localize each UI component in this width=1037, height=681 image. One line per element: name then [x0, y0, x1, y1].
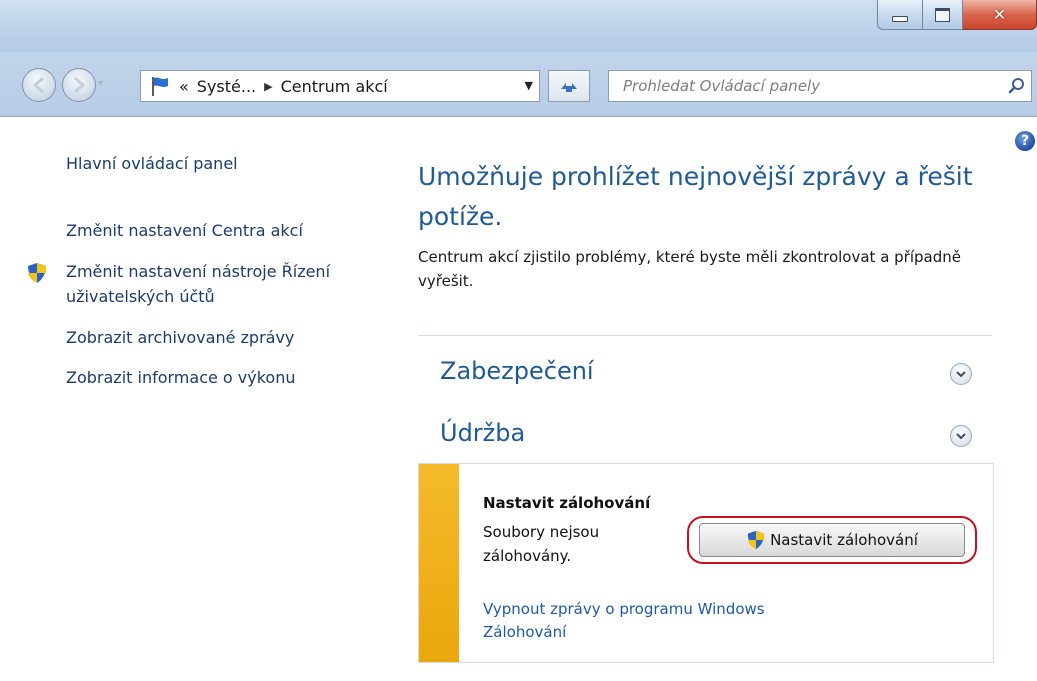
action-center-flag-icon: [149, 75, 171, 97]
uac-shield-icon: [746, 530, 766, 550]
sidebar-item-control-panel-home[interactable]: Hlavní ovládací panel: [66, 151, 238, 176]
address-prefix: «: [179, 76, 189, 96]
recent-pages-dropdown[interactable]: ▾: [98, 78, 108, 89]
address-bar[interactable]: « Systé... ▶ Centrum akcí ▼: [140, 70, 540, 102]
back-button[interactable]: [22, 68, 56, 102]
help-icon[interactable]: ?: [1015, 131, 1035, 151]
chevron-down-icon[interactable]: [950, 363, 972, 385]
section-maintenance-header[interactable]: Údržba: [440, 419, 525, 447]
search-box[interactable]: [608, 70, 1032, 102]
sidebar-item-change-uac-settings[interactable]: Změnit nastavení nástroje Řízení uživate…: [66, 259, 346, 309]
content-area: ? Hlavní ovládací panel Změnit nastavení…: [0, 117, 1037, 681]
sidebar-item-view-performance-info[interactable]: Zobrazit informace o výkonu: [66, 365, 296, 390]
minimize-button[interactable]: [877, 0, 923, 30]
highlight-ring: Nastavit zálohování: [687, 516, 977, 564]
chevron-down-icon[interactable]: [950, 425, 972, 447]
page-title: Umožňuje prohlížet nejnovější zprávy a ř…: [418, 162, 973, 231]
back-arrow-icon: [33, 77, 44, 93]
title-bar: ✕: [0, 0, 1037, 52]
address-dropdown-icon[interactable]: ▼: [525, 79, 533, 92]
breadcrumb-separator-icon[interactable]: ▶: [264, 80, 272, 93]
setup-backup-button[interactable]: Nastavit zálohování: [699, 523, 965, 557]
breadcrumb-action-center[interactable]: Centrum akcí: [281, 77, 388, 96]
divider: [418, 335, 992, 336]
refresh-button[interactable]: [548, 70, 590, 102]
forward-arrow-icon: [74, 77, 85, 93]
turn-off-backup-messages-link[interactable]: Vypnout zprávy o programu Windows Záloho…: [483, 598, 803, 644]
backup-message-title: Nastavit zálohování: [483, 494, 651, 512]
window-controls: ✕: [877, 0, 1037, 30]
warning-severity-bar: [419, 464, 459, 662]
section-security-header[interactable]: Zabezpečení: [440, 357, 594, 385]
page-description: Centrum akcí zjistilo problémy, které by…: [418, 248, 961, 290]
close-icon: ✕: [992, 5, 1007, 24]
sidebar-item-view-archived-messages[interactable]: Zobrazit archivované zprávy: [66, 325, 294, 350]
backup-message-panel: Nastavit zálohování Soubory nejsou záloh…: [418, 463, 994, 663]
sidebar-item-change-action-center-settings[interactable]: Změnit nastavení Centra akcí: [66, 218, 303, 243]
search-input[interactable]: [621, 76, 1003, 96]
search-icon[interactable]: [1003, 77, 1031, 95]
forward-button[interactable]: [62, 68, 96, 102]
backup-message-text: Soubory nejsou zálohovány.: [483, 523, 600, 565]
minimize-icon: [892, 15, 908, 22]
uac-shield-icon: [26, 262, 48, 284]
maximize-icon: [935, 7, 950, 22]
close-button[interactable]: ✕: [963, 0, 1037, 30]
navigation-bar: ▾ « Systé... ▶ Centrum akcí ▼: [0, 52, 1037, 117]
setup-backup-button-label: Nastavit zálohování: [770, 531, 918, 549]
refresh-icon: [561, 83, 577, 92]
breadcrumb-system[interactable]: Systé...: [197, 77, 256, 96]
maximize-button[interactable]: [923, 0, 963, 30]
